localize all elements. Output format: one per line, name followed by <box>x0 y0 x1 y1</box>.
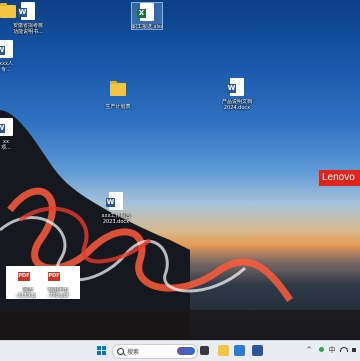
pdf-2[interactable]: PDF 使用手册 -799.pdf <box>36 266 80 299</box>
word-icon: W <box>0 40 13 58</box>
tray-status-icon[interactable] <box>316 344 326 356</box>
file-explorer-icon[interactable] <box>218 345 229 356</box>
folder-middle[interactable]: 生产计划表 <box>96 80 140 110</box>
search-placeholder: 搜索 <box>127 349 140 356</box>
folder-icon <box>110 81 126 96</box>
icon-label: 生产计划表 <box>105 104 131 110</box>
icon-label: 安徽省拟考核 功能说明书... <box>12 23 43 35</box>
language-indicator[interactable]: 中 <box>327 344 337 356</box>
network-icon[interactable] <box>339 344 349 356</box>
excel-selected[interactable]: X 职工报送.xlsx <box>131 2 163 30</box>
word-icon: W <box>227 78 244 96</box>
icon-label: xxx工作报告 2023.docx <box>101 213 131 225</box>
pdf-icon: PDF <box>48 266 65 284</box>
icon-label: xxx人 专... <box>0 61 13 73</box>
icon-label: 产品说明文档 2024.docx <box>221 99 252 111</box>
search-icon <box>117 348 124 355</box>
desktop[interactable]: W 安徽省拟考核 功能说明书... W xxx人 专... X 职工报送.xlsx … <box>0 0 360 340</box>
word-icon: W <box>106 192 123 210</box>
lenovo-logo: Lenovo <box>319 170 360 186</box>
word-doc-top[interactable]: W 安徽省拟考核 功能说明书... <box>6 2 50 35</box>
word-icon: W <box>18 2 35 20</box>
tray-chevron[interactable]: ^ <box>304 344 314 356</box>
start-button[interactable] <box>97 346 107 356</box>
icon-label: 使用手册 -799.pdf <box>47 287 69 299</box>
volume-icon[interactable] <box>349 344 359 356</box>
word-taskbar-icon[interactable] <box>252 345 263 356</box>
icon-label: 职工报送.xlsx <box>132 24 162 30</box>
word-doc-left-2[interactable]: W xxx人 专... <box>0 40 28 73</box>
word-icon: W <box>0 118 13 136</box>
word-doc-middle-low[interactable]: W xxx工作报告 2023.docx <box>94 192 138 225</box>
excel-icon: X <box>137 3 154 21</box>
taskbar: 搜索 ^ 中 <box>0 340 360 361</box>
search-box[interactable]: 搜索 <box>112 344 198 359</box>
task-view-icon[interactable] <box>200 346 209 355</box>
word-doc-right[interactable]: W 产品说明文档 2024.docx <box>215 78 259 111</box>
word-doc-left-3[interactable]: W xx 项... <box>0 118 28 151</box>
search-highlight-icon <box>177 347 195 355</box>
media-app-icon[interactable] <box>234 345 245 356</box>
pdf-icon: PDF <box>18 266 35 284</box>
icon-label: xx 项... <box>1 139 11 151</box>
